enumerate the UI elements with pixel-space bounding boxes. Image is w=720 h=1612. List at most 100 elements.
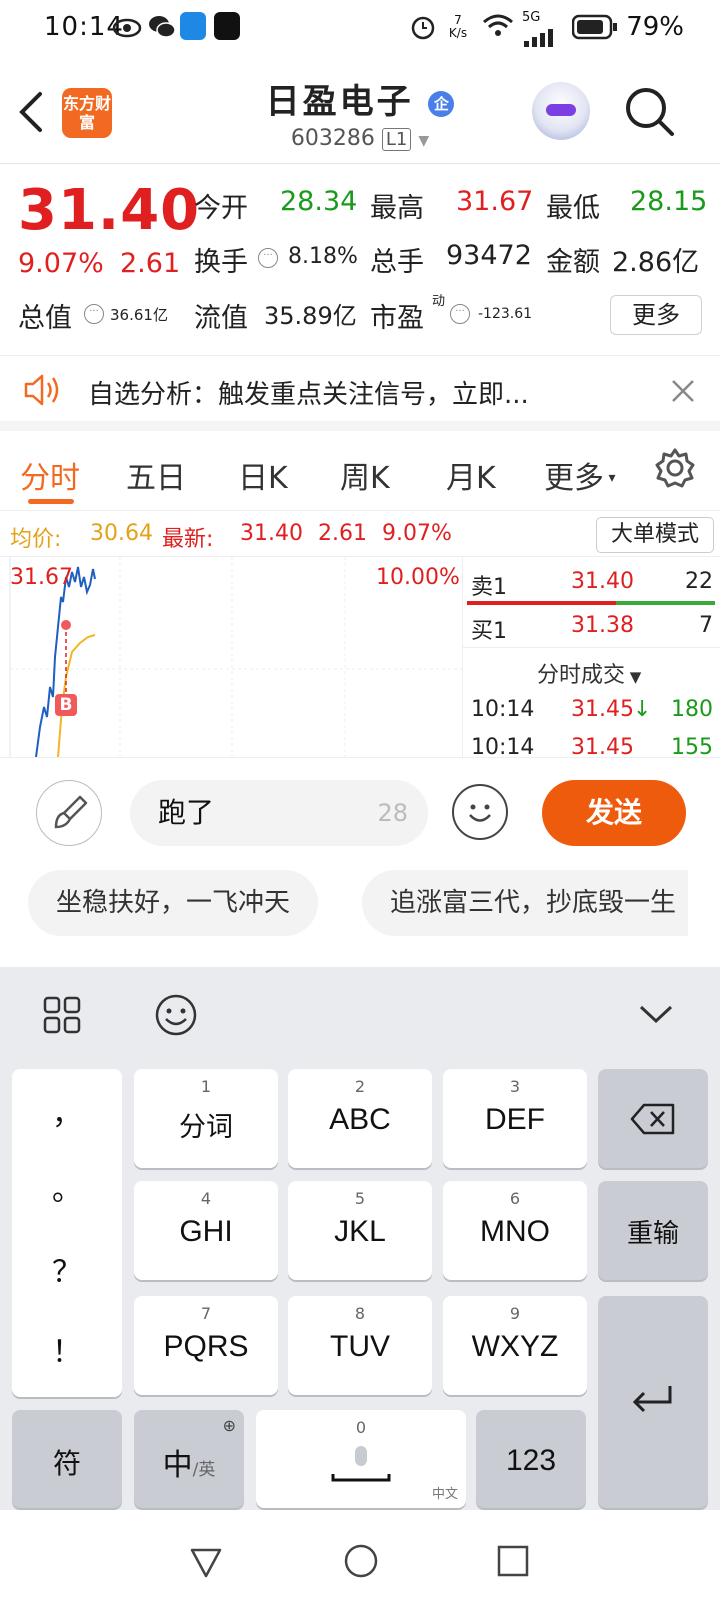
search-icon[interactable] xyxy=(624,86,676,142)
close-icon[interactable] xyxy=(670,378,696,408)
pe-info-icon[interactable]: ··· xyxy=(450,304,470,324)
symbol-key[interactable]: 符 xyxy=(12,1410,122,1508)
active-tab-indicator xyxy=(28,499,74,504)
key-3[interactable]: 3 DEF xyxy=(443,1069,587,1168)
tab-five-day[interactable]: 五日 xyxy=(126,453,186,497)
open-value: 28.34 xyxy=(280,186,358,217)
microphone-icon xyxy=(331,1446,391,1482)
chart-buy-marker: B xyxy=(59,695,73,715)
net-speed: 7 K/s xyxy=(448,13,468,40)
tab-monthly-k[interactable]: 月K xyxy=(446,453,496,497)
sell1-label: 卖1 xyxy=(471,575,507,600)
change-amount: 2.61 xyxy=(120,248,181,279)
tab-weekly-k[interactable]: 周K xyxy=(340,453,390,497)
key-6[interactable]: 6 MNO xyxy=(443,1181,587,1280)
send-button[interactable]: 发送 xyxy=(542,780,686,846)
tab-more[interactable]: 更多 ▾ xyxy=(544,453,615,497)
backspace-icon xyxy=(630,1103,675,1135)
trades-title-label: 分时成交 xyxy=(537,663,626,688)
stock-code-row[interactable]: 603286 L1 ▼ xyxy=(0,126,720,151)
suggestion-chip[interactable]: 坐稳扶好，一飞冲天 xyxy=(28,870,319,936)
reinput-key[interactable]: 重输 xyxy=(598,1181,708,1280)
mktcap-info-icon[interactable]: ··· xyxy=(84,304,104,324)
wifi-icon xyxy=(482,14,514,45)
key-number: 6 xyxy=(509,1189,521,1208)
key-1[interactable]: 1 分词 xyxy=(134,1069,278,1168)
smile-icon xyxy=(469,804,491,822)
trade-volume: 155 xyxy=(671,735,713,757)
tiktok-icon xyxy=(214,12,240,40)
trades-title[interactable]: 分时成交 ▼ xyxy=(537,657,641,689)
key-label: JKL xyxy=(334,1215,386,1248)
big-order-mode-button[interactable]: 大单模式 xyxy=(596,517,714,553)
battery-icon xyxy=(571,14,618,47)
brush-button[interactable] xyxy=(36,780,102,846)
enter-key[interactable] xyxy=(598,1296,708,1508)
comment-input[interactable]: 跑了 28 xyxy=(130,780,428,846)
back-triangle-icon[interactable] xyxy=(188,1544,224,1584)
punct-period[interactable]: 。 xyxy=(12,1165,122,1209)
trade-time: 10:14 xyxy=(471,697,535,722)
space-key[interactable]: 0 中文 xyxy=(256,1410,466,1508)
order-divider xyxy=(463,647,720,648)
dropdown-caret-icon: ▼ xyxy=(418,133,430,149)
emoji-button[interactable] xyxy=(452,784,508,840)
order-book[interactable]: 卖1 31.40 22 买1 31.38 7 分时成交 ▼ 10:14 31.4… xyxy=(462,557,720,757)
amount-label: 金额 xyxy=(546,247,600,278)
avg-label: 均价: xyxy=(10,527,62,552)
tab-daily-k[interactable]: 日K xyxy=(238,453,288,497)
system-nav-bar xyxy=(0,1510,720,1612)
volume-value: 93472 xyxy=(446,240,532,271)
grid-menu-icon[interactable] xyxy=(42,995,82,1039)
pe-dynamic-mark: 动 xyxy=(432,294,446,309)
intraday-chart-area: B 31.67 10.00% 卖1 31.40 22 买1 31.38 7 分时… xyxy=(0,557,720,757)
analysis-banner[interactable]: 自选分析：触发重点关注信号，立即... xyxy=(0,355,720,431)
low-value: 28.15 xyxy=(630,186,708,217)
suggestion-chip[interactable]: 追涨富三代，抄底毁一生 xyxy=(362,870,688,936)
key-7[interactable]: 7 PQRS xyxy=(134,1296,278,1395)
stock-name: 日盈电子 xyxy=(265,82,414,122)
recents-square-icon[interactable] xyxy=(496,1544,530,1582)
robot-assistant-icon[interactable] xyxy=(532,82,590,140)
key-label: ABC xyxy=(329,1103,391,1136)
caret-down-icon: ▾ xyxy=(604,470,616,486)
language-switch-key[interactable]: ⊕ 中/英 xyxy=(134,1410,244,1508)
mktcap-value: 36.61亿 xyxy=(110,306,168,324)
eye-icon xyxy=(112,16,142,46)
trade-volume: 180 xyxy=(671,697,713,722)
key-5[interactable]: 5 JKL xyxy=(288,1181,432,1280)
key-9[interactable]: 9 WXYZ xyxy=(443,1296,587,1395)
alarm-icon xyxy=(410,14,436,47)
stock-title: 日盈电子 企 xyxy=(0,74,720,123)
network-type: 5G xyxy=(522,10,541,25)
punct-comma[interactable]: ， xyxy=(12,1089,122,1133)
numeric-key[interactable]: 123 xyxy=(476,1410,586,1508)
punctuation-column[interactable]: ， 。 ？ ！ xyxy=(12,1069,122,1397)
globe-icon: ⊕ xyxy=(222,1416,236,1435)
enterprise-badge: 企 xyxy=(428,91,455,117)
settings-gear-icon[interactable] xyxy=(654,447,696,493)
lang-sub: /英 xyxy=(192,1460,216,1480)
collapse-keyboard-icon[interactable] xyxy=(638,1003,674,1029)
key-number: 0 xyxy=(355,1418,367,1437)
float-value: 35.89亿 xyxy=(264,302,357,330)
punct-question[interactable]: ？ xyxy=(12,1247,122,1291)
backspace-key[interactable] xyxy=(598,1069,708,1168)
key-label: 123 xyxy=(505,1444,557,1477)
punct-exclamation[interactable]: ！ xyxy=(12,1327,122,1371)
more-quote-button[interactable]: 更多 xyxy=(610,295,702,335)
emoji-keyboard-icon[interactable] xyxy=(154,993,198,1041)
order-ratio-bar xyxy=(467,601,715,605)
key-label: MNO xyxy=(480,1215,550,1248)
key-4[interactable]: 4 GHI xyxy=(134,1181,278,1280)
amount-value: 2.86亿 xyxy=(612,247,700,278)
key-8[interactable]: 8 TUV xyxy=(288,1296,432,1395)
key-2[interactable]: 2 ABC xyxy=(288,1069,432,1168)
key-number: 5 xyxy=(354,1189,366,1208)
key-number: 8 xyxy=(354,1304,366,1323)
tab-intraday[interactable]: 分时 xyxy=(20,453,80,497)
home-circle-icon[interactable] xyxy=(342,1542,380,1584)
turnover-info-icon[interactable]: ··· xyxy=(258,248,278,268)
comment-input-text: 跑了 xyxy=(158,796,215,829)
status-bar: 10:14 7 K/s 5G 79% xyxy=(0,0,720,56)
